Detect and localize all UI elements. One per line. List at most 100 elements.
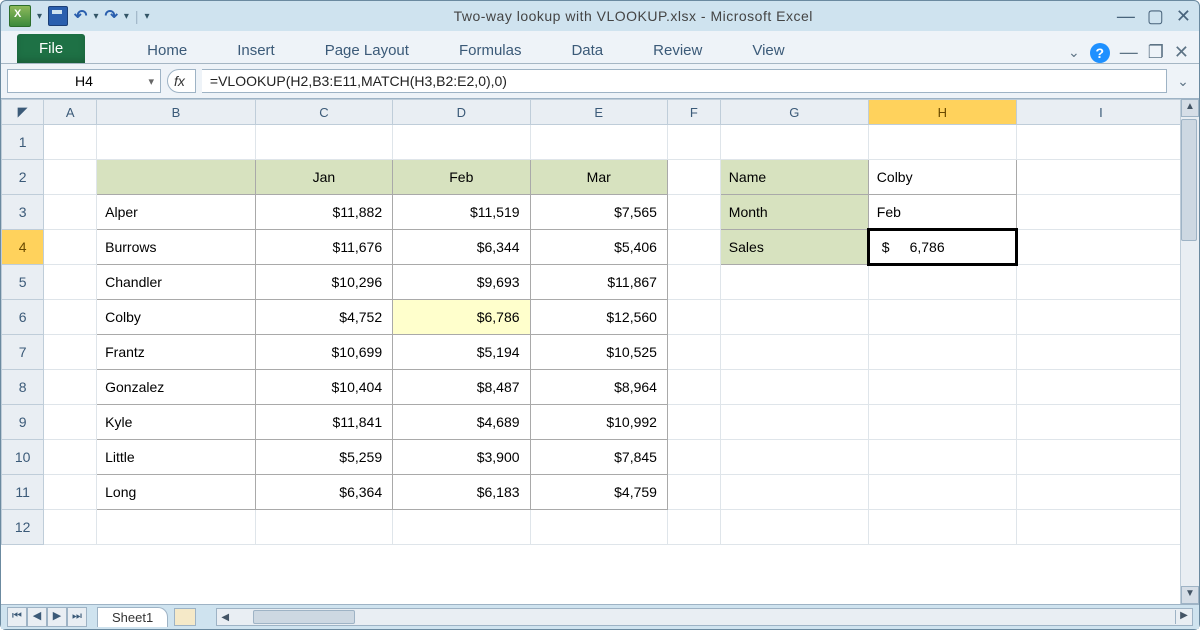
col-B[interactable]: B [97,100,256,125]
row-2[interactable]: 2 [2,160,44,195]
cell-G6[interactable] [720,300,868,335]
cell-C12[interactable] [255,510,392,545]
cell-H2[interactable]: Colby [868,160,1016,195]
cell-B6[interactable]: Colby [97,300,256,335]
cell-E11[interactable]: $4,759 [530,475,667,510]
cell-G7[interactable] [720,335,868,370]
cell-G11[interactable] [720,475,868,510]
formula-input[interactable]: =VLOOKUP(H2,B3:E11,MATCH(H3,B2:E2,0),0) [202,69,1167,93]
cell-E4[interactable]: $5,406 [530,230,667,265]
cell-H11[interactable] [868,475,1016,510]
cell-C3[interactable]: $11,882 [255,195,392,230]
tab-pagelayout[interactable]: Page Layout [319,38,415,63]
cell-B8[interactable]: Gonzalez [97,370,256,405]
excel-icon[interactable] [9,5,31,27]
cell-I5[interactable] [1016,265,1180,300]
col-I[interactable]: I [1016,100,1180,125]
cell-B10[interactable]: Little [97,440,256,475]
cell-F12[interactable] [667,510,720,545]
close-icon[interactable]: ✕ [1176,6,1191,27]
grid[interactable]: ◤ A B C D E F G H I 1 2 [1,99,1180,604]
qat-menu-icon[interactable]: ▾ [37,11,42,22]
cell-C7[interactable]: $10,699 [255,335,392,370]
minimize-icon[interactable]: ― [1117,6,1135,27]
cell-I10[interactable] [1016,440,1180,475]
cell-D5[interactable]: $9,693 [393,265,530,300]
row-1[interactable]: 1 [2,125,44,160]
cell-I12[interactable] [1016,510,1180,545]
vertical-scrollbar[interactable]: ▲ ▼ [1180,99,1199,604]
tab-view[interactable]: View [746,38,790,63]
cell-E5[interactable]: $11,867 [530,265,667,300]
cell-E2[interactable]: Mar [530,160,667,195]
scroll-thumb[interactable] [1181,119,1197,241]
cell-B3[interactable]: Alper [97,195,256,230]
scroll-down-icon[interactable]: ▼ [1181,586,1199,604]
cell-B5[interactable]: Chandler [97,265,256,300]
row-12[interactable]: 12 [2,510,44,545]
cell-A10[interactable] [44,440,97,475]
cell-A6[interactable] [44,300,97,335]
cell-F8[interactable] [667,370,720,405]
cell-I7[interactable] [1016,335,1180,370]
cell-B2[interactable] [97,160,256,195]
cell-F11[interactable] [667,475,720,510]
row-11[interactable]: 11 [2,475,44,510]
hscroll-left-icon[interactable]: ◀ [217,612,233,623]
cell-B1[interactable] [97,125,256,160]
cell-D2[interactable]: Feb [393,160,530,195]
tab-review[interactable]: Review [647,38,708,63]
cell-D4[interactable]: $6,344 [393,230,530,265]
row-10[interactable]: 10 [2,440,44,475]
cell-D3[interactable]: $11,519 [393,195,530,230]
save-icon[interactable] [48,6,68,26]
new-sheet-icon[interactable] [174,608,196,626]
redo-menu-icon[interactable]: ▾ [124,11,129,22]
cell-H9[interactable] [868,405,1016,440]
cell-E10[interactable]: $7,845 [530,440,667,475]
cell-A5[interactable] [44,265,97,300]
nav-last-icon[interactable]: ⏭ [67,607,87,627]
doc-minimize-icon[interactable]: ― [1120,42,1138,63]
cell-C6[interactable]: $4,752 [255,300,392,335]
help-icon[interactable]: ? [1090,43,1110,63]
cell-E6[interactable]: $12,560 [530,300,667,335]
col-D[interactable]: D [393,100,530,125]
row-5[interactable]: 5 [2,265,44,300]
select-all-corner[interactable]: ◤ [2,100,44,125]
cell-F1[interactable] [667,125,720,160]
row-9[interactable]: 9 [2,405,44,440]
cell-H8[interactable] [868,370,1016,405]
cell-D10[interactable]: $3,900 [393,440,530,475]
cell-E9[interactable]: $10,992 [530,405,667,440]
hscroll-thumb[interactable] [253,610,355,624]
tab-insert[interactable]: Insert [231,38,281,63]
cell-A1[interactable] [44,125,97,160]
spreadsheet[interactable]: ◤ A B C D E F G H I 1 2 [1,99,1180,545]
cell-D1[interactable] [393,125,530,160]
cell-E3[interactable]: $7,565 [530,195,667,230]
col-H[interactable]: H [868,100,1016,125]
maximize-icon[interactable]: ▢ [1147,6,1164,27]
cell-A9[interactable] [44,405,97,440]
cell-G9[interactable] [720,405,868,440]
cell-G4[interactable]: Sales [720,230,868,265]
cell-A4[interactable] [44,230,97,265]
cell-G5[interactable] [720,265,868,300]
scroll-up-icon[interactable]: ▲ [1181,99,1199,117]
doc-restore-icon[interactable]: ❐ [1148,42,1164,63]
cell-G3[interactable]: Month [720,195,868,230]
cell-I6[interactable] [1016,300,1180,335]
ribbon-min-icon[interactable]: ⌄ [1068,44,1080,61]
cell-I3[interactable] [1016,195,1180,230]
cell-F7[interactable] [667,335,720,370]
col-E[interactable]: E [530,100,667,125]
cell-B4[interactable]: Burrows [97,230,256,265]
cell-G10[interactable] [720,440,868,475]
cell-I1[interactable] [1016,125,1180,160]
cell-C8[interactable]: $10,404 [255,370,392,405]
col-A[interactable]: A [44,100,97,125]
cell-G12[interactable] [720,510,868,545]
cell-B12[interactable] [97,510,256,545]
cell-A12[interactable] [44,510,97,545]
